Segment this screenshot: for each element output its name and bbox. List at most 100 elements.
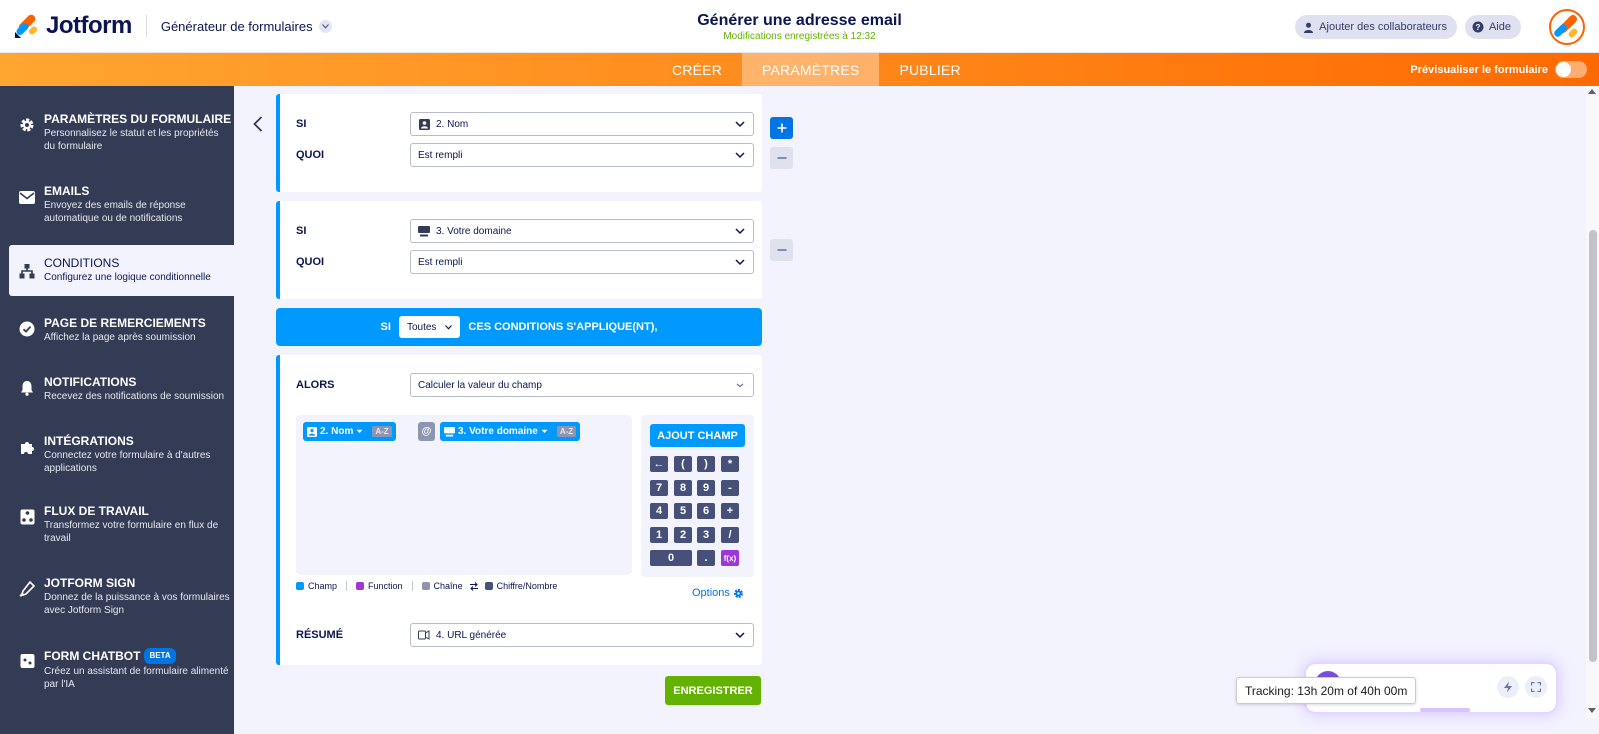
operator-select[interactable]: Toutes: [398, 316, 461, 338]
contact-card-icon: [418, 118, 430, 130]
result-field-select[interactable]: 4. URL générée: [410, 623, 754, 647]
sidebar-item-form-chatbot[interactable]: FORM CHATBOT BETA Créez un assistant de f…: [0, 648, 234, 691]
svg-text:?: ?: [1476, 23, 1481, 32]
key-plus[interactable]: +: [721, 503, 739, 519]
sidebar-item-title: FLUX DE TRAVAIL: [44, 504, 149, 518]
if-field-select[interactable]: 2. Nom: [410, 112, 754, 136]
envelope-icon: [18, 188, 36, 206]
tab-publish[interactable]: PUBLIER: [879, 53, 980, 86]
add-collaborators-button[interactable]: Ajouter des collaborateurs: [1295, 15, 1457, 39]
sidebar-item-desc: Donnez de la puissance à vos formulaires…: [44, 592, 230, 616]
lightning-icon[interactable]: [1497, 676, 1519, 698]
key-3[interactable]: 3: [697, 527, 715, 543]
contact-card-icon: [307, 426, 317, 437]
sidebar-item-desc: Personnalisez le statut et les propriété…: [44, 128, 219, 152]
what-state-value: Est rempli: [418, 149, 463, 161]
help-button[interactable]: ? Aide: [1464, 15, 1521, 39]
key-minus[interactable]: -: [721, 480, 739, 496]
condition-operator-banner: SI Toutes CES CONDITIONS S'APPLIQUE(NT),: [276, 308, 762, 346]
pen-icon: [18, 580, 36, 598]
sidebar-item-conditions[interactable]: CONDITIONS Configurez une logique condit…: [9, 245, 234, 296]
formula-tag-label: 3. Votre domaine: [458, 426, 538, 437]
what-state-select[interactable]: Est rempli: [410, 143, 754, 167]
key-open-paren[interactable]: (: [674, 456, 692, 472]
save-button[interactable]: ENREGISTRER: [665, 676, 761, 705]
key-backspace[interactable]: ←: [650, 456, 668, 472]
question-circle-icon: ?: [1472, 21, 1484, 33]
formula-editor[interactable]: 2. Nom A-Z @ 3. Votre domaine A-Z: [296, 415, 632, 575]
formula-tag-nom[interactable]: 2. Nom A-Z: [303, 422, 396, 441]
sidebar-item-notifications[interactable]: NOTIFICATIONS Recevez des notifications …: [0, 375, 234, 403]
preview-toggle[interactable]: [1555, 61, 1587, 78]
sidebar-item-thank-you-page[interactable]: PAGE DE REMERCIEMENTS Affichez la page a…: [0, 316, 234, 344]
legend-label: Function: [368, 581, 403, 591]
sidebar-item-emails[interactable]: EMAILS Envoyez des emails de réponse aut…: [0, 184, 234, 225]
key-divide[interactable]: /: [721, 527, 739, 543]
key-multiply[interactable]: *: [721, 456, 739, 472]
sidebar-item-jotform-sign[interactable]: JOTFORM SIGN Donnez de la puissance à vo…: [0, 576, 234, 617]
sidebar-item-form-settings[interactable]: PARAMÈTRES DU FORMULAIRE Personnalisez l…: [0, 112, 234, 153]
preview-label: Prévisualiser le formulaire: [1410, 63, 1548, 76]
remove-condition-2-button[interactable]: [770, 239, 793, 261]
avatar[interactable]: [1549, 9, 1585, 45]
bell-icon: [18, 379, 36, 397]
sidebar-item-workflow[interactable]: FLUX DE TRAVAIL Transformez votre formul…: [0, 504, 234, 545]
sidebar-item-desc: Connectez votre formulaire à d'autres ap…: [44, 450, 211, 474]
dropdown-field-icon: [418, 225, 430, 237]
chevron-down-icon: [735, 152, 745, 159]
sidebar-item-title: NOTIFICATIONS: [44, 375, 137, 389]
formula-tag-at[interactable]: @: [418, 422, 435, 441]
options-link[interactable]: Options: [692, 587, 744, 599]
key-function[interactable]: f(x): [721, 550, 739, 566]
beta-badge: BETA: [144, 648, 176, 664]
check-circle-icon: [18, 320, 36, 338]
minus-icon: [777, 249, 786, 251]
result-field-value: 4. URL générée: [436, 629, 507, 641]
sidebar-item-desc: Transformez votre formulaire en flux de …: [44, 520, 219, 544]
if-field-select[interactable]: 3. Votre domaine: [410, 219, 754, 243]
expand-icon[interactable]: [1525, 676, 1547, 698]
add-condition-button[interactable]: [770, 117, 793, 139]
nav-tabs: CRÉER PARAMÈTRES PUBLIER: [652, 53, 981, 86]
formula-tag-label: 2. Nom: [320, 426, 354, 437]
preview-toggle-area: Prévisualiser le formulaire: [1410, 61, 1587, 78]
scroll-up-arrow-icon[interactable]: [1588, 89, 1596, 94]
formula-tag-domain[interactable]: 3. Votre domaine A-Z: [440, 422, 581, 441]
key-2[interactable]: 2: [674, 527, 692, 543]
remove-condition-1-button[interactable]: [770, 147, 793, 169]
key-close-paren[interactable]: ): [697, 456, 715, 472]
back-arrow-icon[interactable]: [250, 114, 266, 134]
key-0[interactable]: 0: [650, 550, 692, 566]
key-4[interactable]: 4: [650, 503, 668, 519]
scrollbar-thumb[interactable]: [1589, 230, 1597, 662]
add-field-button[interactable]: AJOUT CHAMP: [650, 424, 745, 447]
then-action-select[interactable]: Calculer la valeur du champ: [410, 373, 754, 397]
key-6[interactable]: 6: [697, 503, 715, 519]
tab-create[interactable]: CRÉER: [652, 53, 742, 86]
workflow-icon: [18, 508, 36, 526]
key-decimal[interactable]: .: [697, 550, 715, 566]
key-1[interactable]: 1: [650, 527, 668, 543]
puzzle-icon: [18, 438, 36, 456]
key-9[interactable]: 9: [697, 480, 715, 496]
key-5[interactable]: 5: [674, 503, 692, 519]
scroll-down-arrow-icon[interactable]: [1588, 708, 1596, 713]
plus-icon: [777, 123, 786, 133]
sidebar-item-desc: Créez un assistant de formulaire aliment…: [44, 666, 229, 690]
sidebar-item-title: EMAILS: [44, 184, 90, 198]
formula-legend: Champ Function Chaîne Chiffre/Nombre: [296, 581, 566, 591]
key-7[interactable]: 7: [650, 480, 668, 496]
chatbot-title: FORM CHATBOT: [44, 649, 141, 663]
swap-arrows-icon[interactable]: [469, 581, 479, 591]
legend-divider: [411, 581, 413, 591]
sidebar-item-title: PARAMÈTRES DU FORMULAIRE: [44, 112, 232, 126]
what-state-select[interactable]: Est rempli: [410, 250, 754, 274]
add-collaborators-label: Ajouter des collaborateurs: [1319, 21, 1447, 33]
tab-settings[interactable]: PARAMÈTRES: [742, 53, 880, 86]
key-8[interactable]: 8: [674, 480, 692, 496]
user-icon: [1302, 21, 1314, 33]
formula-keypad: AJOUT CHAMP ← ( ) * 7 8 9 - 4 5 6 + 1 2 …: [641, 415, 754, 577]
legend-item-function: Function: [356, 581, 403, 591]
if-field-value: 2. Nom: [436, 118, 469, 130]
sidebar-item-integrations[interactable]: INTÉGRATIONS Connectez votre formulaire …: [0, 434, 234, 475]
